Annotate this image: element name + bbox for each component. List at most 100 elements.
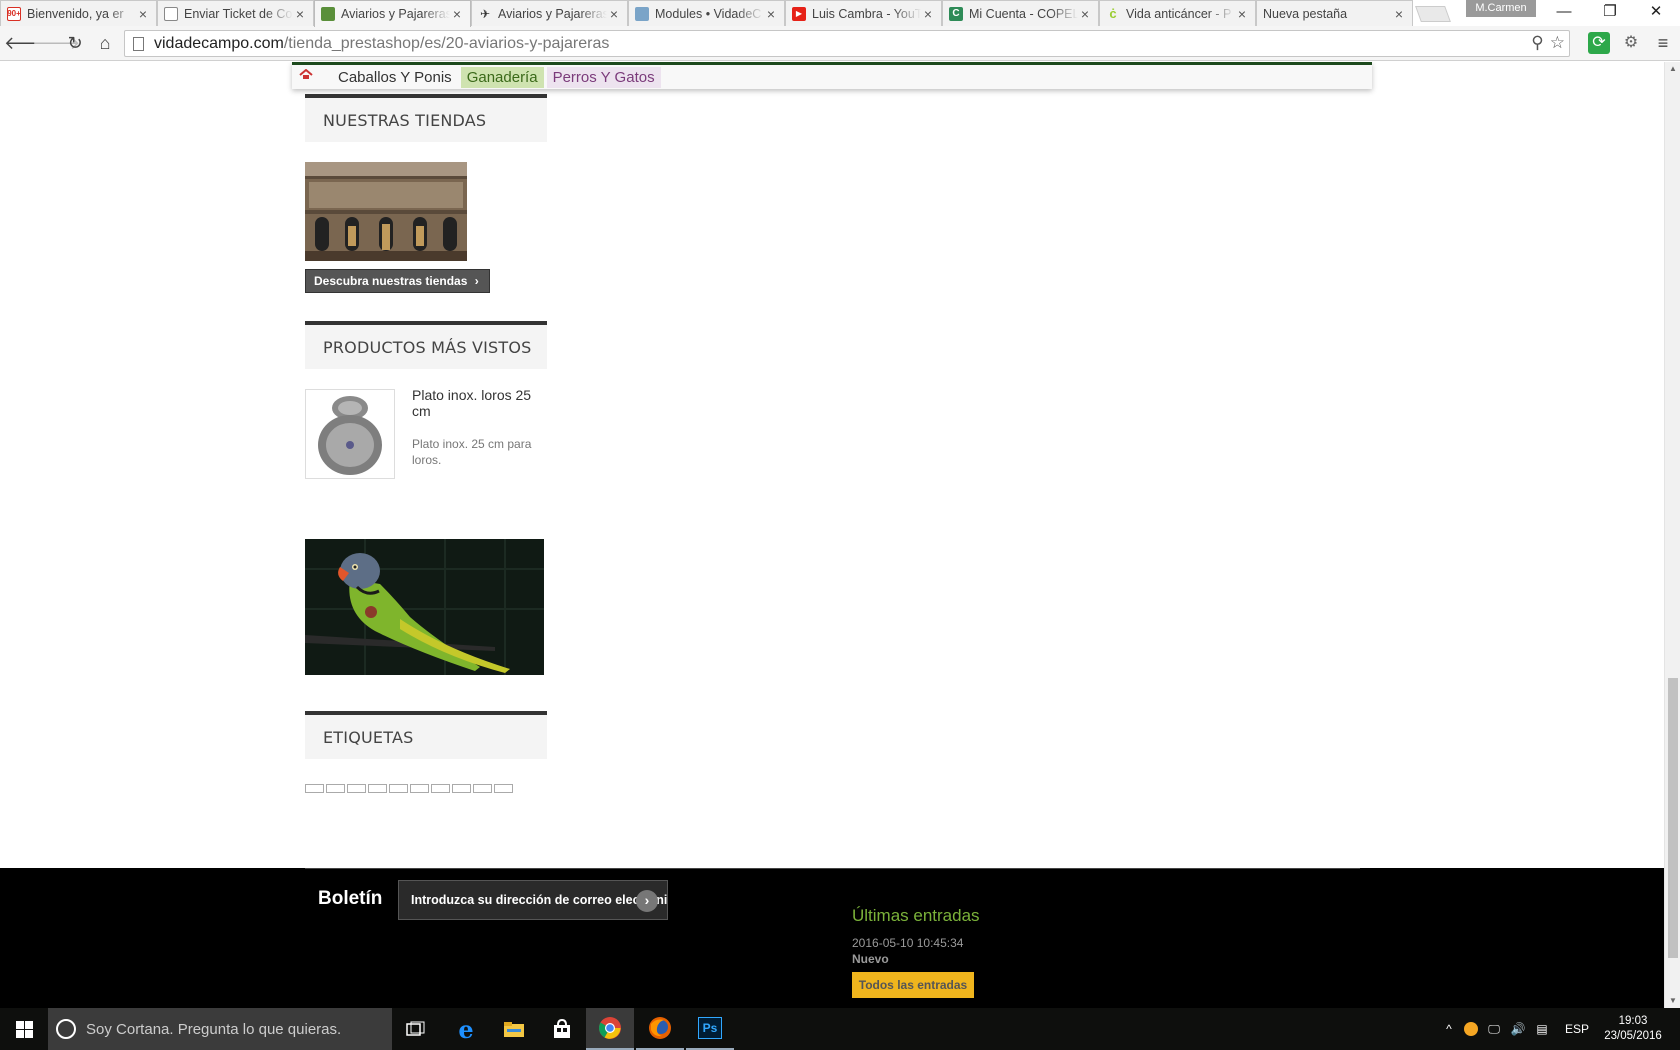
tag-list: [305, 784, 513, 793]
tag-item[interactable]: [389, 784, 408, 793]
all-posts-button[interactable]: Todos las entradas: [852, 972, 974, 998]
tab-title: Vida anticáncer - P: [1126, 6, 1232, 21]
scrollbar-thumb[interactable]: [1668, 678, 1678, 958]
edge-icon[interactable]: e: [442, 1008, 490, 1050]
product-description: Plato inox. 25 cm para loros.: [412, 437, 532, 467]
tab-aviarios-active[interactable]: Aviarios y Pajareras ×: [314, 0, 471, 27]
close-tab-icon[interactable]: ×: [1392, 6, 1406, 22]
tab-modules[interactable]: Modules • VidadeC ×: [628, 0, 785, 26]
language-indicator[interactable]: ESP: [1560, 1008, 1594, 1050]
youtube-icon: ▶: [792, 6, 806, 21]
store-image[interactable]: [305, 162, 467, 261]
discover-stores-button[interactable]: Descubra nuestras tiendas ›: [305, 269, 490, 293]
zoom-icon[interactable]: ⚲: [1531, 33, 1543, 53]
page-scrollbar[interactable]: ▲ ▼: [1664, 62, 1680, 1008]
close-tab-icon[interactable]: ×: [1235, 6, 1249, 22]
address-bar[interactable]: vidadecampo.com/tienda_prestashop/es/20-…: [124, 30, 1570, 57]
newsletter-submit-icon[interactable]: ›: [636, 890, 658, 912]
stores-heading: NUESTRAS TIENDAS: [305, 94, 547, 142]
tab-aviarios-2[interactable]: ✈ Aviarios y Pajareras ×: [471, 0, 628, 26]
newsletter-title: Boletín: [318, 888, 383, 909]
start-button[interactable]: [0, 1008, 48, 1050]
tab-title: Aviarios y Pajareras: [498, 6, 607, 21]
show-hidden-icons[interactable]: ^: [1440, 1008, 1458, 1050]
file-explorer-icon[interactable]: [490, 1008, 538, 1050]
close-tab-icon[interactable]: ×: [450, 6, 464, 22]
task-view-icon[interactable]: [392, 1008, 440, 1050]
close-window-button[interactable]: ✕: [1634, 0, 1678, 26]
system-clock[interactable]: 19:03 23/05/2016: [1598, 1014, 1668, 1044]
clock-date: 23/05/2016: [1604, 1030, 1662, 1042]
cortana-icon: [56, 1019, 76, 1039]
tag-item[interactable]: [368, 784, 387, 793]
page-viewport: Caballos Y Ponis Ganadería Perros Y Gato…: [0, 62, 1664, 1008]
cortana-placeholder: Soy Cortana. Pregunta lo que quieras.: [86, 1020, 342, 1038]
tab-copel[interactable]: C Mi Cuenta - COPEL ×: [942, 0, 1099, 26]
tab-gmail[interactable]: 90+ Bienvenido, ya er ×: [0, 0, 157, 26]
tags-heading: ETIQUETAS: [305, 711, 547, 759]
reload-button[interactable]: ↻: [62, 31, 88, 55]
tag-item[interactable]: [410, 784, 429, 793]
latest-post-link[interactable]: Nuevo: [852, 952, 889, 966]
close-tab-icon[interactable]: ×: [136, 6, 150, 22]
tab-nueva-pestana[interactable]: Nueva pestaña ×: [1256, 0, 1413, 26]
home-button[interactable]: ⌂: [92, 31, 118, 55]
document-icon: [164, 6, 178, 21]
back-button[interactable]: 🡐: [4, 31, 52, 55]
chrome-icon[interactable]: [586, 1008, 634, 1050]
volume-icon[interactable]: 🔊: [1508, 1008, 1528, 1050]
sync-extension-icon[interactable]: ⟳: [1588, 32, 1610, 54]
tag-item[interactable]: [326, 784, 345, 793]
close-tab-icon[interactable]: ×: [1078, 6, 1092, 22]
action-center-icon[interactable]: ▤: [1532, 1008, 1552, 1050]
nav-perros-gatos[interactable]: Perros Y Gatos: [546, 66, 661, 88]
bookmark-star-icon[interactable]: ☆: [1550, 33, 1565, 53]
url-path: /tienda_prestashop/es/20-aviarios-y-paja…: [283, 34, 610, 52]
firefox-icon[interactable]: [636, 1008, 684, 1050]
tab-vida-anticancer[interactable]: ċ Vida anticáncer - P ×: [1099, 0, 1256, 26]
tab-title: Mi Cuenta - COPEL: [969, 6, 1078, 21]
tab-enviar-ticket[interactable]: Enviar Ticket de Co ×: [157, 0, 314, 26]
store-icon[interactable]: [538, 1008, 586, 1050]
tab-title: Luis Cambra - YouT: [812, 6, 921, 21]
tag-item[interactable]: [452, 784, 471, 793]
tag-item[interactable]: [305, 784, 324, 793]
minimize-button[interactable]: —: [1542, 0, 1586, 26]
scroll-down-icon[interactable]: ▼: [1665, 994, 1680, 1008]
network-icon[interactable]: 🖵: [1484, 1008, 1504, 1050]
scroll-up-icon[interactable]: ▲: [1665, 62, 1680, 76]
close-tab-icon[interactable]: ×: [921, 6, 935, 22]
profile-button[interactable]: M.Carmen: [1466, 0, 1536, 17]
notification-app-icon[interactable]: [1462, 1008, 1480, 1050]
tab-title: Nueva pestaña: [1263, 6, 1348, 21]
nav-ganaderia[interactable]: Ganadería: [460, 66, 544, 88]
site-favicon: [321, 7, 335, 21]
page-icon: [133, 36, 144, 51]
tag-item[interactable]: [473, 784, 492, 793]
cortana-search-box[interactable]: Soy Cortana. Pregunta lo que quieras.: [48, 1008, 392, 1050]
product-name-link[interactable]: Plato inox. loros 25 cm: [412, 387, 547, 419]
tab-youtube[interactable]: ▶ Luis Cambra - YouT ×: [785, 0, 942, 26]
gmail-icon: 90+: [7, 6, 21, 21]
photoshop-icon[interactable]: Ps: [686, 1008, 734, 1050]
windows-taskbar: Soy Cortana. Pregunta lo que quieras. e …: [0, 1008, 1680, 1050]
tag-item[interactable]: [431, 784, 450, 793]
menu-icon[interactable]: ≡: [1652, 32, 1674, 54]
close-tab-icon[interactable]: ×: [764, 6, 778, 22]
tag-item[interactable]: [494, 784, 513, 793]
parrot-banner-image[interactable]: [305, 539, 544, 675]
tab-title: Enviar Ticket de Co: [184, 6, 293, 21]
tab-title: Bienvenido, ya er: [27, 6, 124, 21]
tag-item[interactable]: [347, 784, 366, 793]
home-icon[interactable]: [298, 68, 314, 85]
newsletter-email-input[interactable]: Introduzca su dirección de correo electr…: [398, 880, 668, 920]
gear-extension-icon[interactable]: ⚙: [1620, 32, 1642, 54]
close-tab-icon[interactable]: ×: [293, 6, 307, 22]
copel-icon: C: [949, 6, 963, 21]
product-thumbnail[interactable]: [305, 389, 395, 479]
forward-button[interactable]: 🡒: [32, 31, 80, 55]
close-tab-icon[interactable]: ×: [607, 6, 621, 22]
nav-caballos-ponis[interactable]: Caballos Y Ponis: [332, 67, 458, 88]
restore-button[interactable]: ❐: [1588, 0, 1632, 26]
new-tab-button[interactable]: [1415, 6, 1451, 22]
